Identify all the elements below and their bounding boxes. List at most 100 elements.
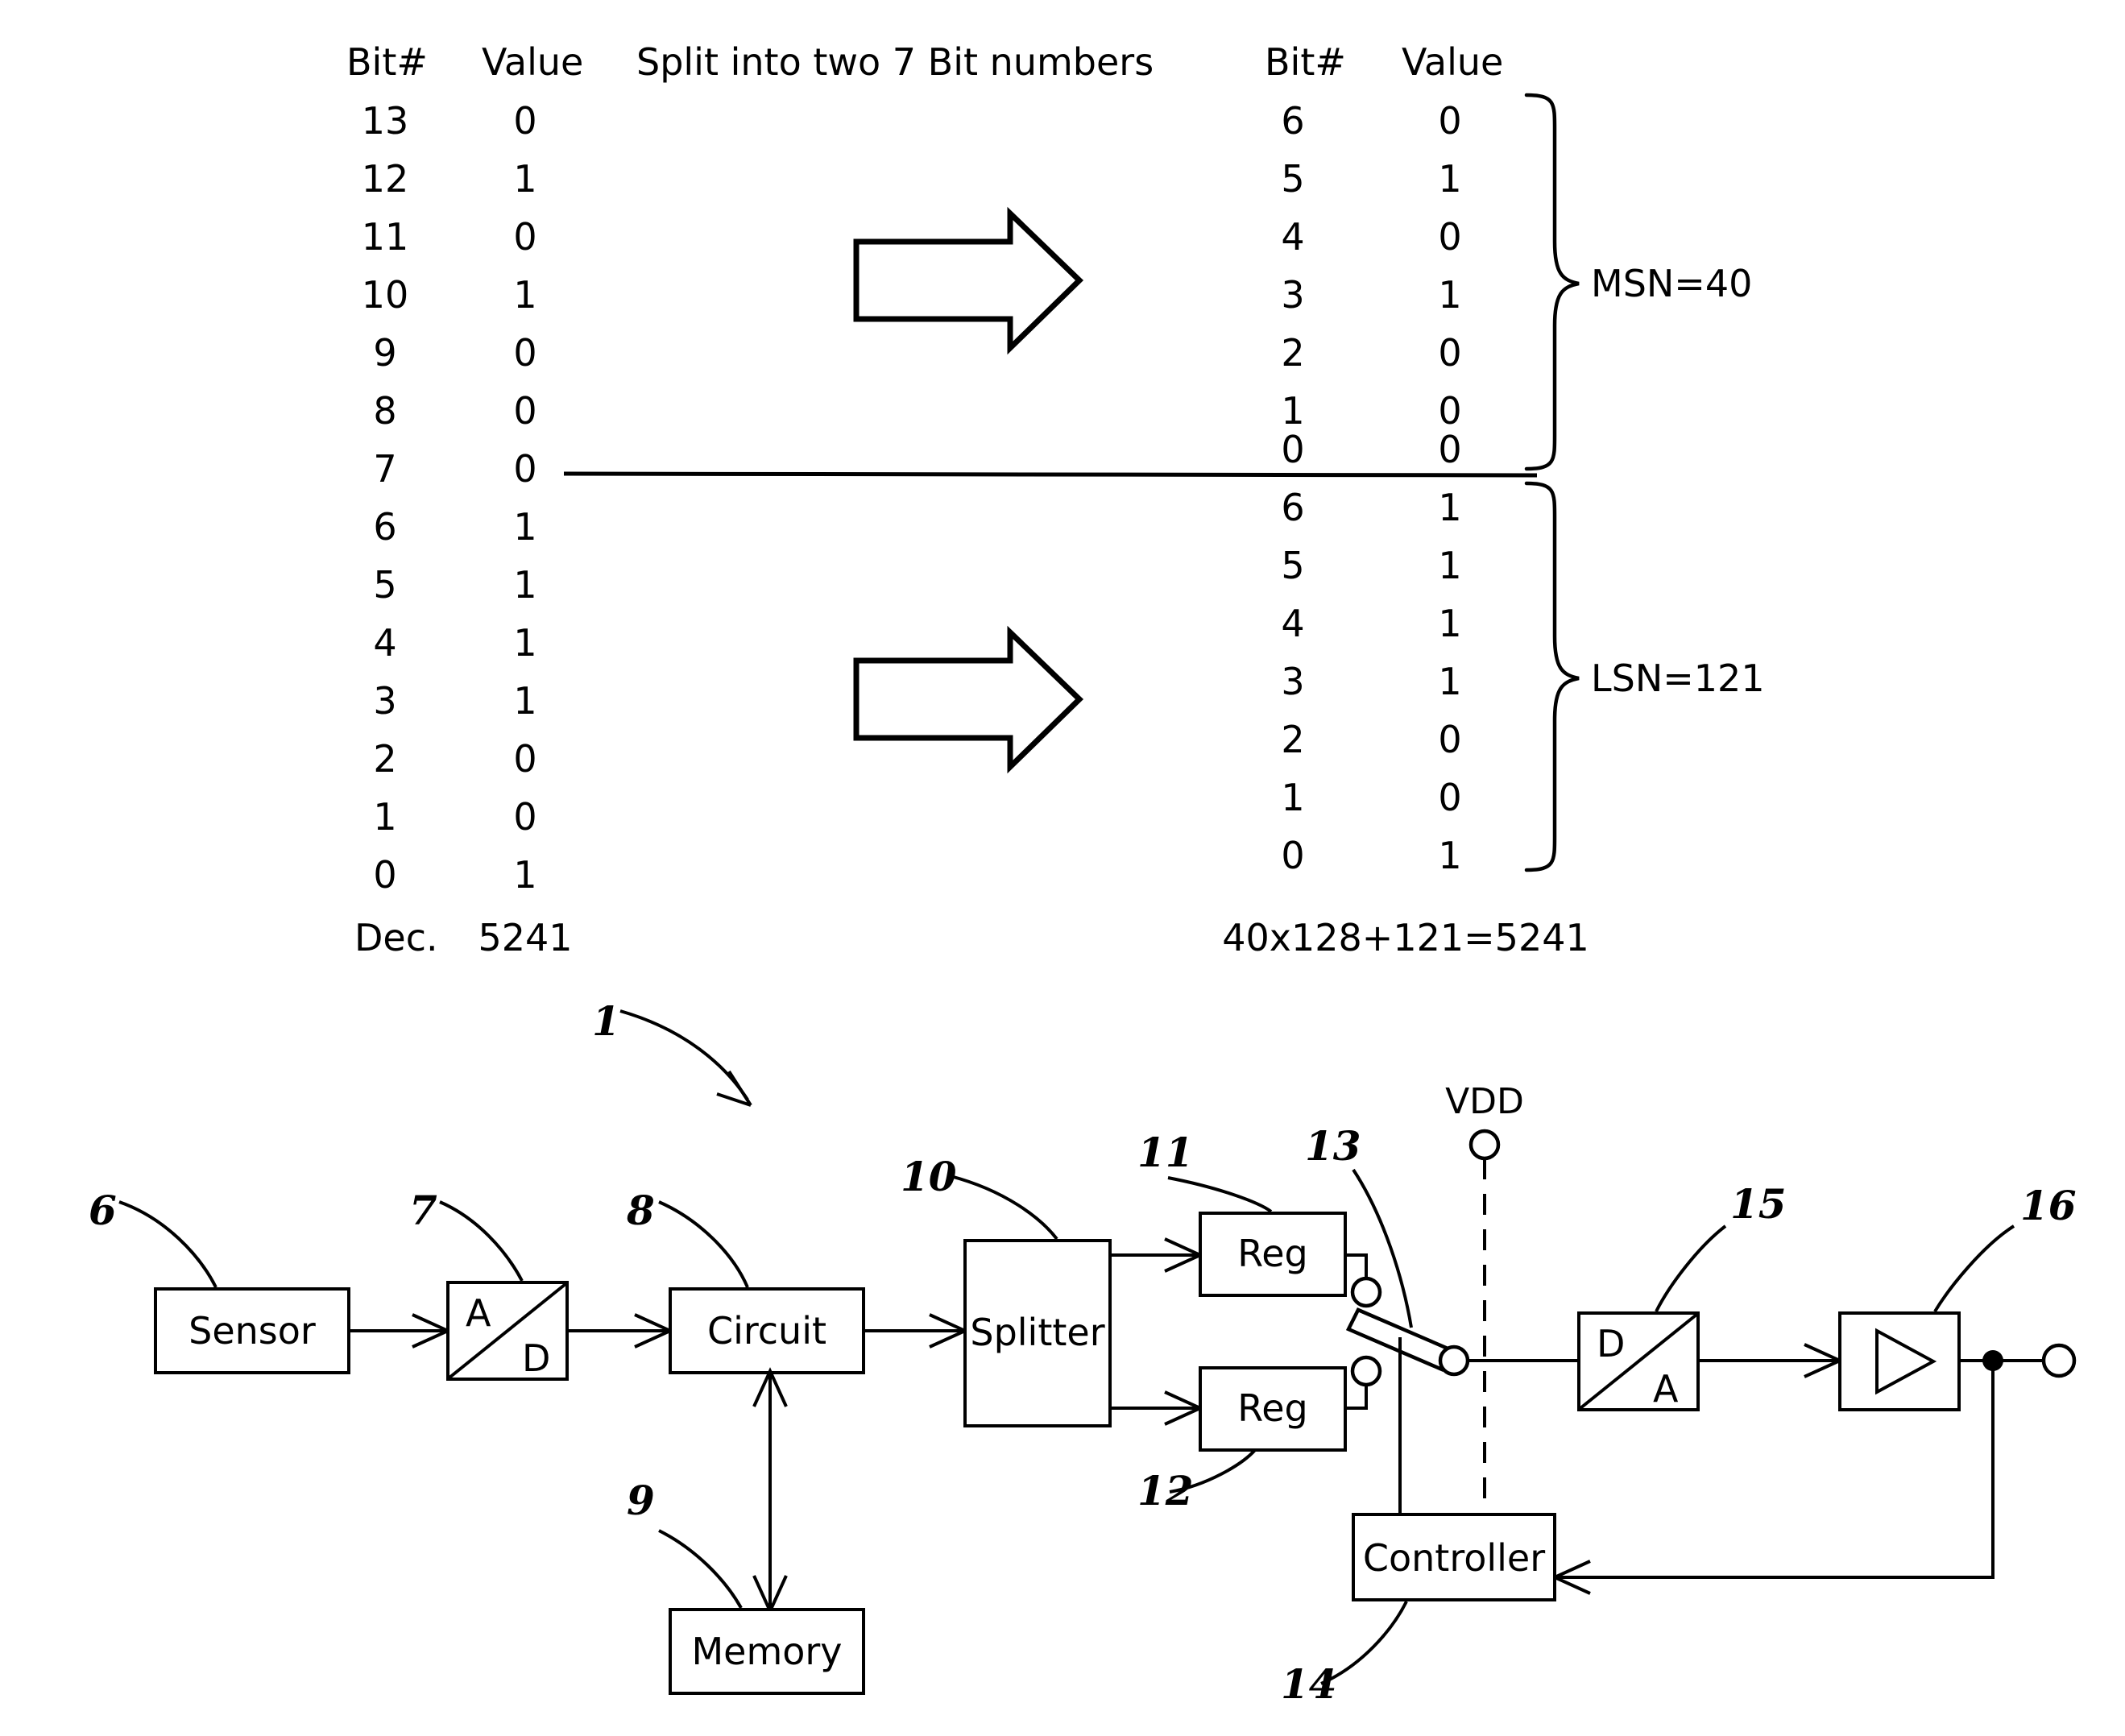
left-table-rows: 13 0 12 1 11 0 10 1 9 0 8 0 7 0 6 1 5 1 … [362, 99, 537, 897]
ref-15-label: 15 [1730, 1180, 1787, 1228]
ref-7-label: 7 [409, 1187, 437, 1234]
table-row: 1 [513, 505, 536, 549]
wire-reg-lower-to-switch [1345, 1384, 1368, 1410]
table-row: 13 [362, 99, 409, 143]
table-row: 12 [362, 157, 409, 201]
table-row: 2 [1281, 718, 1304, 761]
table-row: 2 [373, 737, 396, 781]
table-row: 1 [513, 679, 536, 723]
table-row: 4 [1281, 215, 1304, 259]
table-row: 0 [513, 215, 536, 259]
table-row: 8 [373, 389, 396, 433]
table-row: 5 [1281, 544, 1304, 587]
split-arrow-upper-icon [853, 206, 1084, 355]
ref-11-label: 11 [1137, 1129, 1194, 1176]
table-row: 0 [1438, 718, 1461, 761]
ref-13-label: 13 [1305, 1122, 1361, 1170]
ref-10-label: 10 [901, 1153, 957, 1200]
table-row: 1 [1438, 544, 1461, 587]
table-row: 6 [1281, 486, 1304, 529]
reg-upper-label: Reg [1237, 1232, 1307, 1275]
vdd-label: VDD [1445, 1081, 1524, 1122]
figure-canvas: Bit# Value Split into two 7 Bit numbers … [0, 0, 2125, 1736]
table-divider-line [563, 471, 1538, 478]
ref-15-leader [1655, 1224, 1727, 1312]
ref-6-label: 6 [89, 1187, 117, 1234]
switch-pivot-terminal[interactable] [1350, 1276, 1382, 1308]
ref-1-arrowhead-icon [716, 1070, 752, 1107]
table-row: 1 [1438, 486, 1461, 529]
table-row: 3 [1281, 273, 1304, 317]
switch-open-terminal[interactable] [1350, 1355, 1382, 1387]
ref-12-label: 12 [1137, 1467, 1194, 1514]
table-row: 3 [373, 679, 396, 723]
ref-1-label: 1 [592, 997, 620, 1045]
table-row: 1 [1438, 273, 1461, 317]
table-row: 1 [513, 853, 536, 897]
ref-9-label: 9 [627, 1477, 655, 1524]
split-caption: Split into two 7 Bit numbers [636, 40, 1154, 84]
output-terminal[interactable] [2041, 1343, 2077, 1378]
table-row: 1 [1281, 776, 1304, 819]
patent-figure-svg: Bit# Value Split into two 7 Bit numbers … [89, 40, 2077, 1708]
ref-16-label: 16 [2020, 1182, 2077, 1229]
adc-bottom-label: D [522, 1336, 550, 1380]
ref-9-leader [658, 1529, 743, 1609]
table-row: 5 [373, 563, 396, 607]
table-row: 0 [373, 853, 396, 897]
table-row: 0 [1281, 428, 1304, 471]
left-bit-header: Bit# [346, 40, 428, 84]
table-row: 9 [373, 331, 396, 375]
vdd-terminal[interactable] [1468, 1129, 1501, 1161]
table-row: 5 [1281, 157, 1304, 201]
ref-14-label: 14 [1281, 1660, 1337, 1708]
table-row: 1 [1438, 602, 1461, 645]
dac-bottom-label: A [1653, 1367, 1679, 1411]
table-row: 0 [1438, 331, 1461, 375]
table-row: 0 [513, 737, 536, 781]
adc-top-label: A [466, 1291, 491, 1335]
right-footer-equation: 40x128+121=5241 [1222, 916, 1589, 959]
table-row: 1 [1438, 834, 1461, 877]
msn-label: MSN=40 [1591, 262, 1752, 305]
table-row: 10 [362, 273, 409, 317]
left-footer-value: 5241 [478, 916, 572, 959]
lsn-brace [1524, 481, 1580, 872]
table-row: 0 [1438, 428, 1461, 471]
ref-8-label: 8 [626, 1187, 655, 1234]
table-row: 4 [1281, 602, 1304, 645]
bit-table: Bit# Value Split into two 7 Bit numbers … [346, 40, 1765, 959]
ref-8-leader [658, 1200, 749, 1288]
table-row: 4 [373, 621, 396, 665]
ref-10-leader [950, 1175, 1058, 1241]
lsn-label: LSN=121 [1591, 657, 1765, 700]
left-footer-label: Dec. [354, 916, 438, 959]
table-row: 0 [1438, 99, 1461, 143]
table-row: 1 [513, 563, 536, 607]
ref-16-leader [1933, 1224, 2015, 1313]
table-row: 0 [513, 99, 536, 143]
table-row: 1 [513, 621, 536, 665]
table-row: 0 [1438, 215, 1461, 259]
switch-contact-terminal[interactable] [1438, 1344, 1470, 1377]
table-row: 1 [1438, 660, 1461, 703]
amplifier-block[interactable] [1838, 1311, 1961, 1411]
wire-reg-upper-to-switch [1345, 1253, 1368, 1279]
controller-label: Controller [1363, 1536, 1545, 1580]
splitter-label: Splitter [970, 1311, 1104, 1354]
right-bit-header: Bit# [1265, 40, 1346, 84]
ref-6-leader [118, 1200, 217, 1288]
msn-brace [1524, 93, 1580, 471]
table-row: 0 [513, 389, 536, 433]
table-row: 3 [1281, 660, 1304, 703]
sensor-label: Sensor [188, 1309, 316, 1353]
table-row: 1 [513, 157, 536, 201]
right-table-msn-rows: 6 0 5 1 4 0 3 1 2 0 1 0 0 0 [1281, 99, 1461, 471]
table-row: 0 [1438, 776, 1461, 819]
dac-top-label: D [1597, 1322, 1625, 1365]
memory-label: Memory [691, 1630, 842, 1673]
table-row: 2 [1281, 331, 1304, 375]
circuit-label: Circuit [707, 1309, 826, 1353]
table-row: 0 [1281, 834, 1304, 877]
right-value-header: Value [1402, 40, 1503, 84]
